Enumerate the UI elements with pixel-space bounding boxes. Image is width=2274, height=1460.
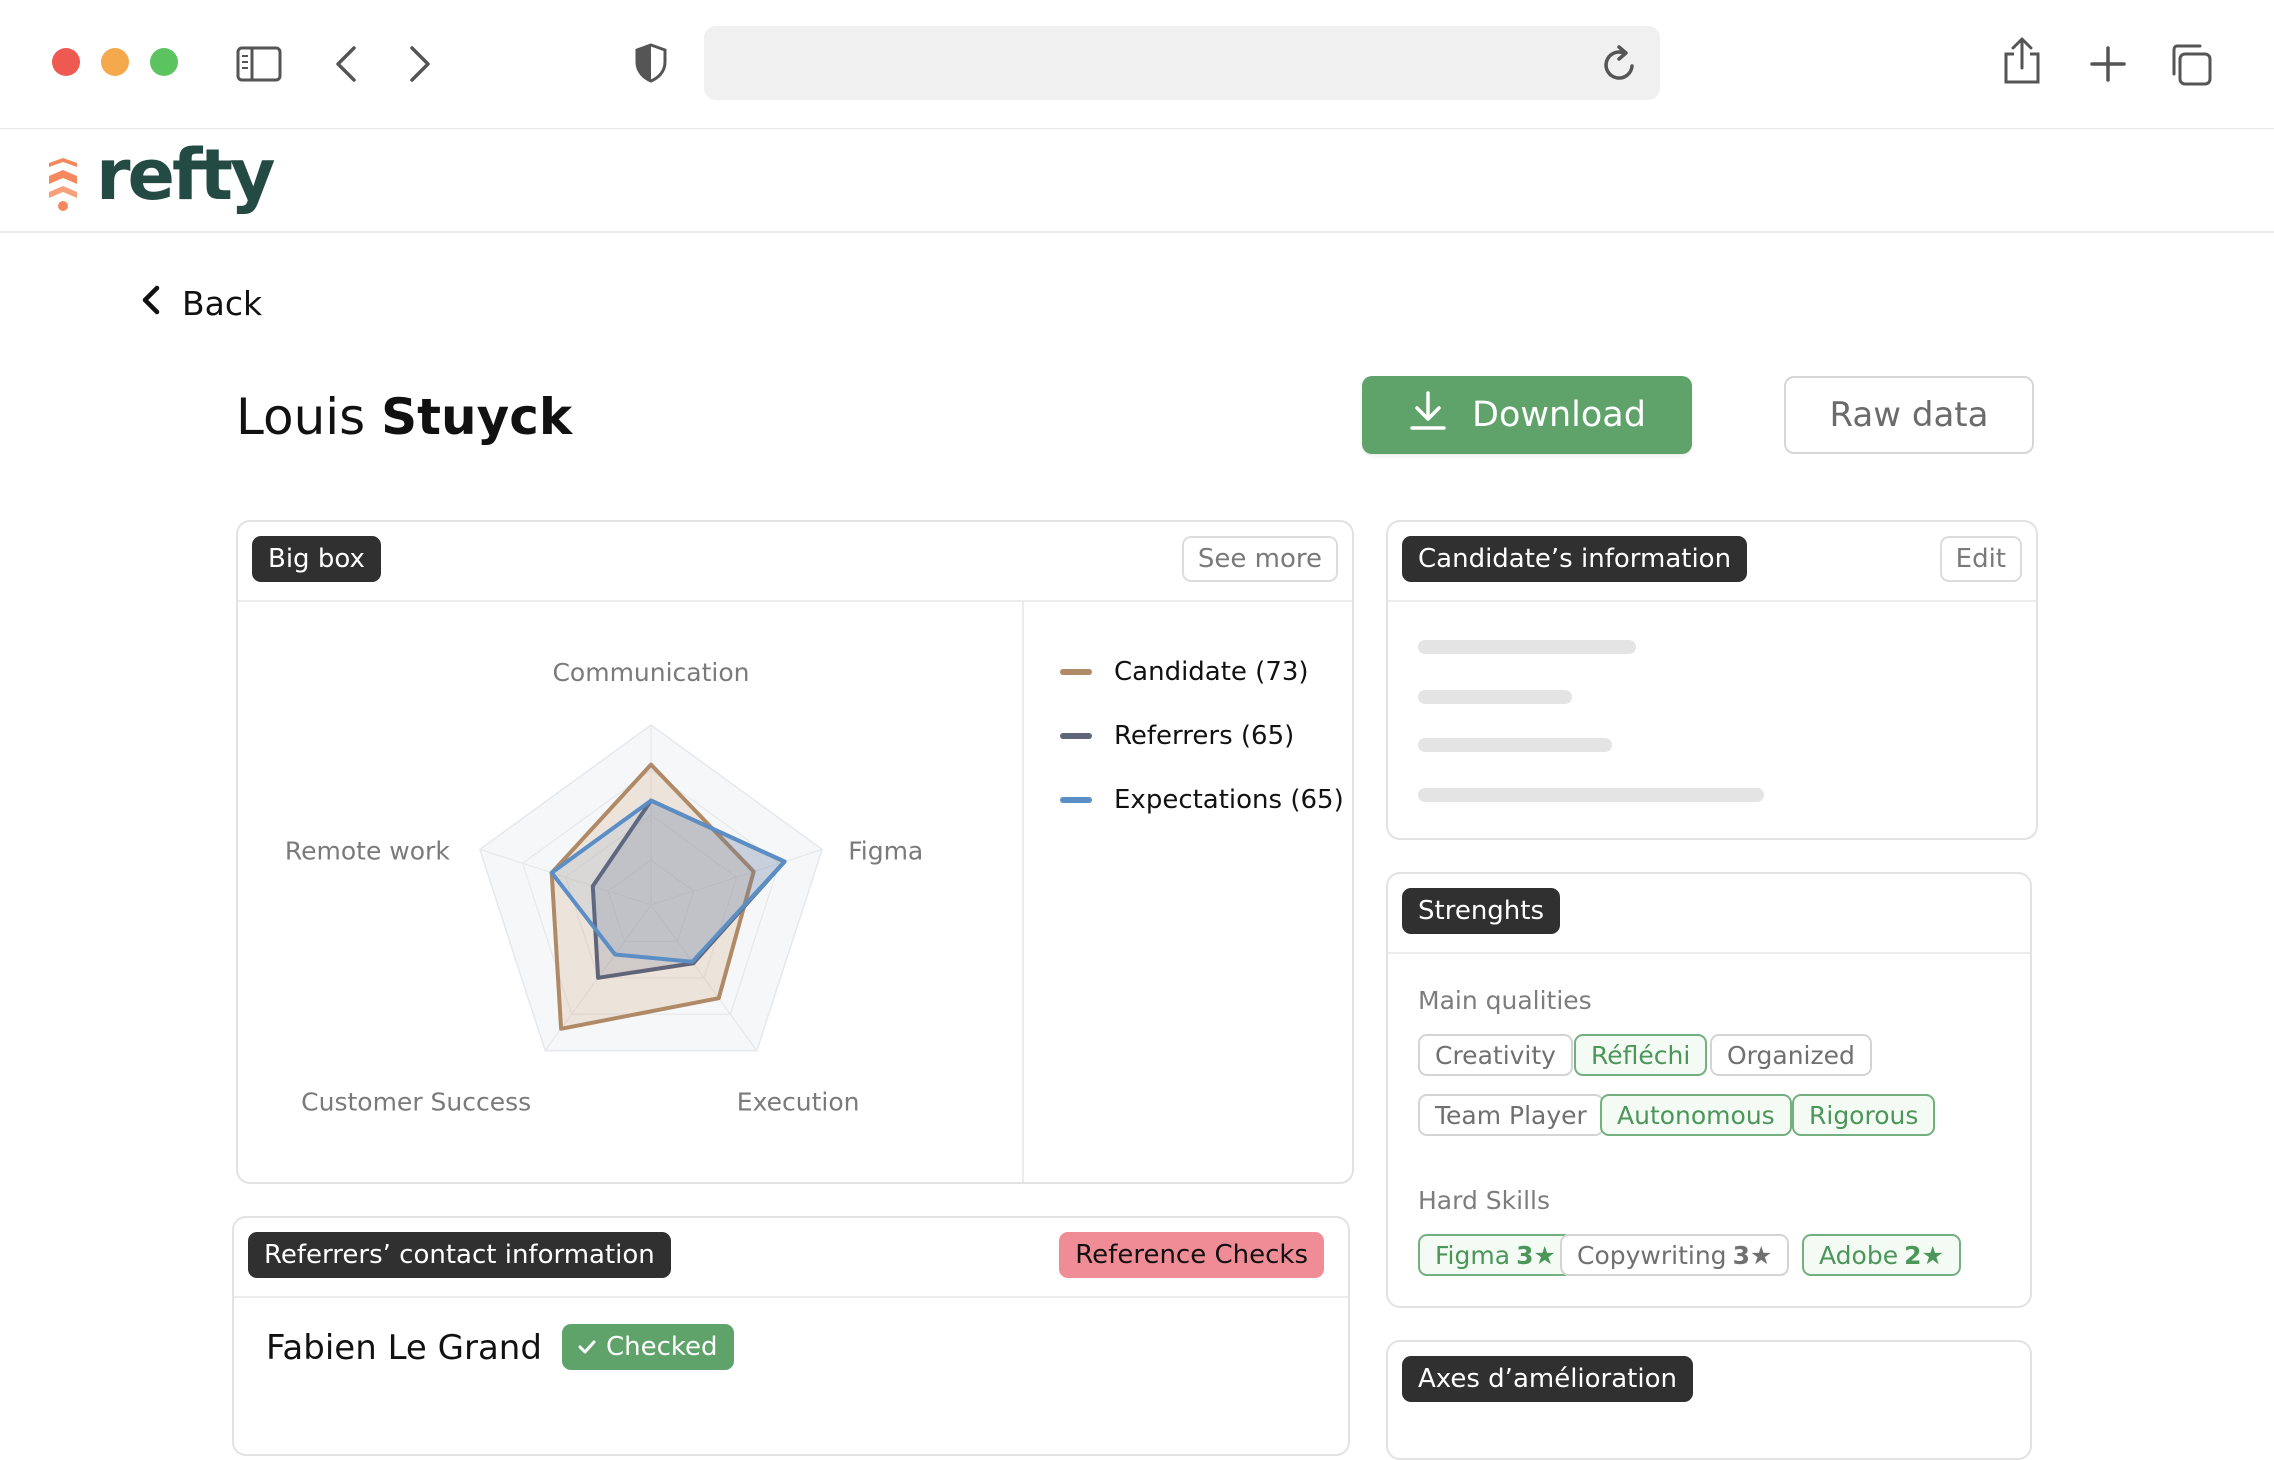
refty-logo-icon[interactable]	[46, 158, 80, 216]
divider	[1022, 600, 1024, 1182]
radar-axis-label: Customer Success	[301, 1088, 531, 1117]
tab-overview-icon[interactable]	[2168, 42, 2214, 88]
candidate-last-name: Stuyck	[381, 388, 573, 446]
candidate-first-name: Louis	[236, 388, 366, 446]
download-label: Download	[1472, 395, 1646, 435]
skill-tag[interactable]: Copywriting 3★	[1560, 1234, 1790, 1276]
skill-tag[interactable]: Adobe 2★	[1802, 1234, 1961, 1276]
radar-chart-svg: Communication Figma Execution Customer Succ…	[285, 658, 923, 1117]
quality-tag[interactable]: Organized	[1710, 1034, 1872, 1076]
quality-tag[interactable]: Creativity	[1418, 1034, 1573, 1076]
radar-axis-label: Execution	[737, 1088, 860, 1117]
quality-tag[interactable]: Autonomous	[1600, 1094, 1792, 1136]
see-more-button[interactable]: See more	[1181, 536, 1338, 582]
skill-level: 3★	[1732, 1240, 1773, 1270]
raw-data-button[interactable]: Raw data	[1784, 376, 2034, 454]
back-arrow-icon[interactable]	[334, 44, 358, 84]
close-window-button[interactable]	[52, 48, 80, 76]
big-box-header: Big box See more	[238, 522, 1352, 602]
app-header	[0, 128, 2274, 233]
browser-window: refty Back Louis Stuyck Download Raw dat…	[0, 0, 2274, 1460]
address-bar[interactable]	[704, 26, 1660, 100]
skill-level: 2★	[1904, 1240, 1944, 1270]
download-icon	[1408, 390, 1448, 441]
candidate-info-card: Candidate’s information Edit	[1386, 520, 2038, 840]
radar-axis-label: Communication	[552, 658, 749, 687]
referrer-name: Fabien Le Grand	[266, 1328, 542, 1368]
page-title: Louis Stuyck	[236, 388, 572, 446]
refty-logo[interactable]: refty	[96, 134, 276, 216]
radar-axis-label: Remote work	[285, 836, 450, 865]
download-button[interactable]: Download	[1362, 376, 1692, 454]
forward-arrow-icon[interactable]	[408, 44, 432, 84]
big-box-card: Big box See more Communication Figma Execu…	[236, 520, 1354, 1184]
referrers-card: Referrers’ contact information Reference…	[232, 1216, 1350, 1456]
hard-skills-label: Hard Skills	[1418, 1186, 1550, 1215]
radar-chart: Communication Figma Execution Customer Succ…	[238, 600, 1024, 1182]
zoom-window-button[interactable]	[150, 48, 178, 76]
referrers-header: Referrers’ contact information Reference…	[234, 1218, 1348, 1298]
candidate-info-title: Candidate’s information	[1402, 536, 1748, 582]
skeleton-line	[1418, 690, 1572, 704]
legend-item-expectations: Expectations (65)	[1060, 768, 1344, 832]
legend-swatch	[1060, 797, 1092, 803]
improvement-title: Axes d’amélioration	[1402, 1356, 1693, 1402]
referrers-title: Referrers’ contact information	[248, 1232, 671, 1278]
sidebar-toggle-icon[interactable]	[236, 46, 282, 82]
legend-swatch	[1060, 733, 1092, 739]
chart-legend: Candidate (73) Referrers (65) Expectatio…	[1060, 640, 1344, 832]
legend-label: Candidate (73)	[1114, 657, 1309, 687]
shield-icon[interactable]	[634, 42, 668, 84]
skill-name: Figma	[1435, 1240, 1511, 1270]
skeleton-line	[1418, 788, 1764, 802]
legend-label: Expectations (65)	[1114, 785, 1344, 815]
skill-name: Copywriting	[1577, 1240, 1727, 1270]
improvement-card: Axes d’amélioration	[1386, 1340, 2032, 1460]
share-icon[interactable]	[2002, 36, 2042, 86]
checked-badge: Checked	[562, 1324, 734, 1370]
skill-tag[interactable]: Figma 3★	[1418, 1234, 1573, 1276]
main-qualities-label: Main qualities	[1418, 986, 1592, 1015]
minimize-window-button[interactable]	[101, 48, 129, 76]
strengths-title: Strenghts	[1402, 888, 1561, 934]
skill-name: Adobe	[1819, 1240, 1899, 1270]
browser-toolbar	[0, 0, 2274, 129]
legend-label: Referrers (65)	[1114, 721, 1295, 751]
candidate-info-header: Candidate’s information Edit	[1388, 522, 2036, 602]
legend-swatch	[1060, 669, 1092, 675]
checked-label: Checked	[606, 1332, 718, 1362]
quality-tag[interactable]: Team Player	[1418, 1094, 1604, 1136]
back-label: Back	[182, 284, 263, 323]
chevron-left-icon	[142, 284, 160, 323]
reference-checks-badge[interactable]: Reference Checks	[1059, 1232, 1324, 1278]
legend-item-candidate: Candidate (73)	[1060, 640, 1344, 704]
strengths-header: Strenghts	[1388, 874, 2030, 954]
radar-axis-label: Figma	[848, 836, 923, 865]
reload-icon[interactable]	[1600, 42, 1640, 88]
back-link[interactable]: Back	[142, 284, 262, 323]
strengths-card: Strenghts Main qualities Creativity Réfl…	[1386, 872, 2032, 1308]
big-box-title: Big box	[252, 536, 381, 582]
skeleton-line	[1418, 640, 1636, 654]
check-icon	[578, 1332, 596, 1362]
new-tab-icon[interactable]	[2088, 44, 2128, 84]
edit-button[interactable]: Edit	[1939, 536, 2022, 582]
legend-item-referrers: Referrers (65)	[1060, 704, 1344, 768]
quality-tag[interactable]: Réfléchi	[1574, 1034, 1708, 1076]
quality-tag[interactable]: Rigorous	[1792, 1094, 1936, 1136]
skeleton-line	[1418, 738, 1612, 752]
skill-level: 3★	[1516, 1240, 1556, 1270]
